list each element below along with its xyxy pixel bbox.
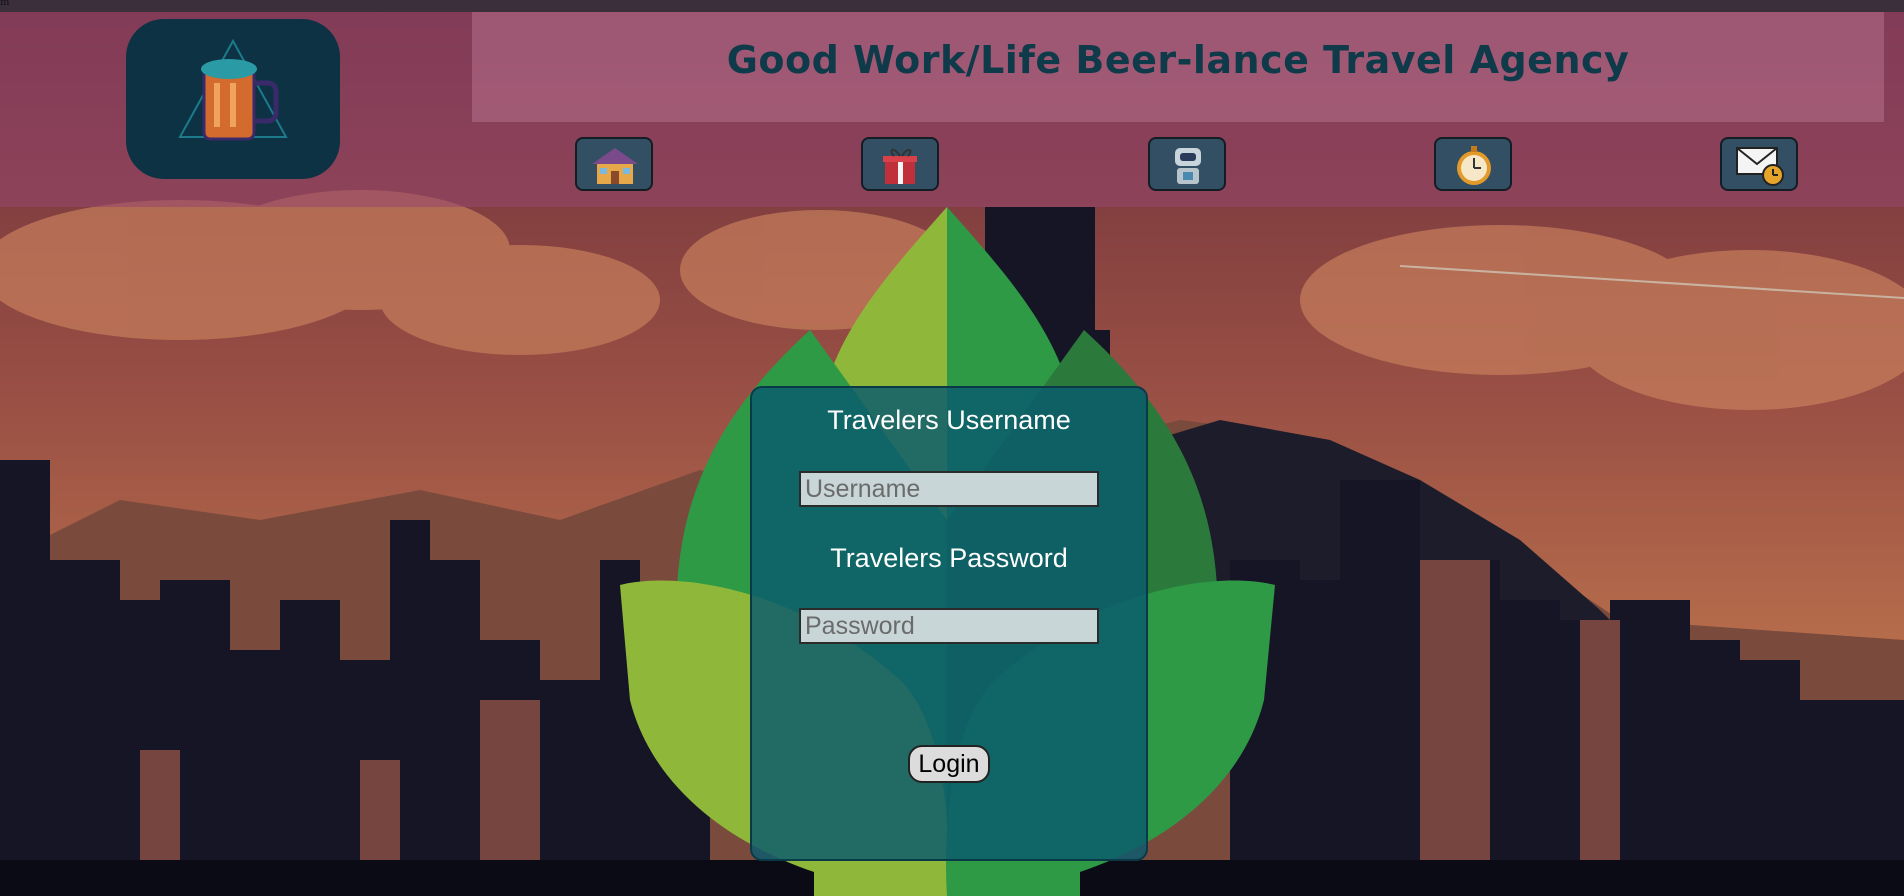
nav-assistant-button[interactable] [1148,137,1226,191]
top-strip-text: m [0,0,10,8]
username-label: Travelers Username [827,405,1071,435]
nav-timer-button[interactable] [1434,137,1512,191]
nav-gifts-button[interactable] [861,137,939,191]
mail-clock-icon [1736,147,1784,186]
login-button[interactable]: Login [908,745,990,783]
robot-icon [1175,148,1201,184]
page-title: Good Work/Life Beer-lance Travel Agency [726,38,1630,82]
site-logo[interactable] [126,19,340,179]
browser-top-strip [0,0,1904,12]
nav-home-button[interactable] [575,137,653,191]
house-icon [592,148,638,184]
gift-icon [883,149,917,184]
password-label: Travelers Password [830,543,1068,573]
stopwatch-icon [1457,146,1491,185]
beer-mug-icon [178,38,288,141]
password-input[interactable] [799,608,1099,644]
nav-contact-button[interactable] [1720,137,1798,191]
username-input[interactable] [799,471,1099,507]
